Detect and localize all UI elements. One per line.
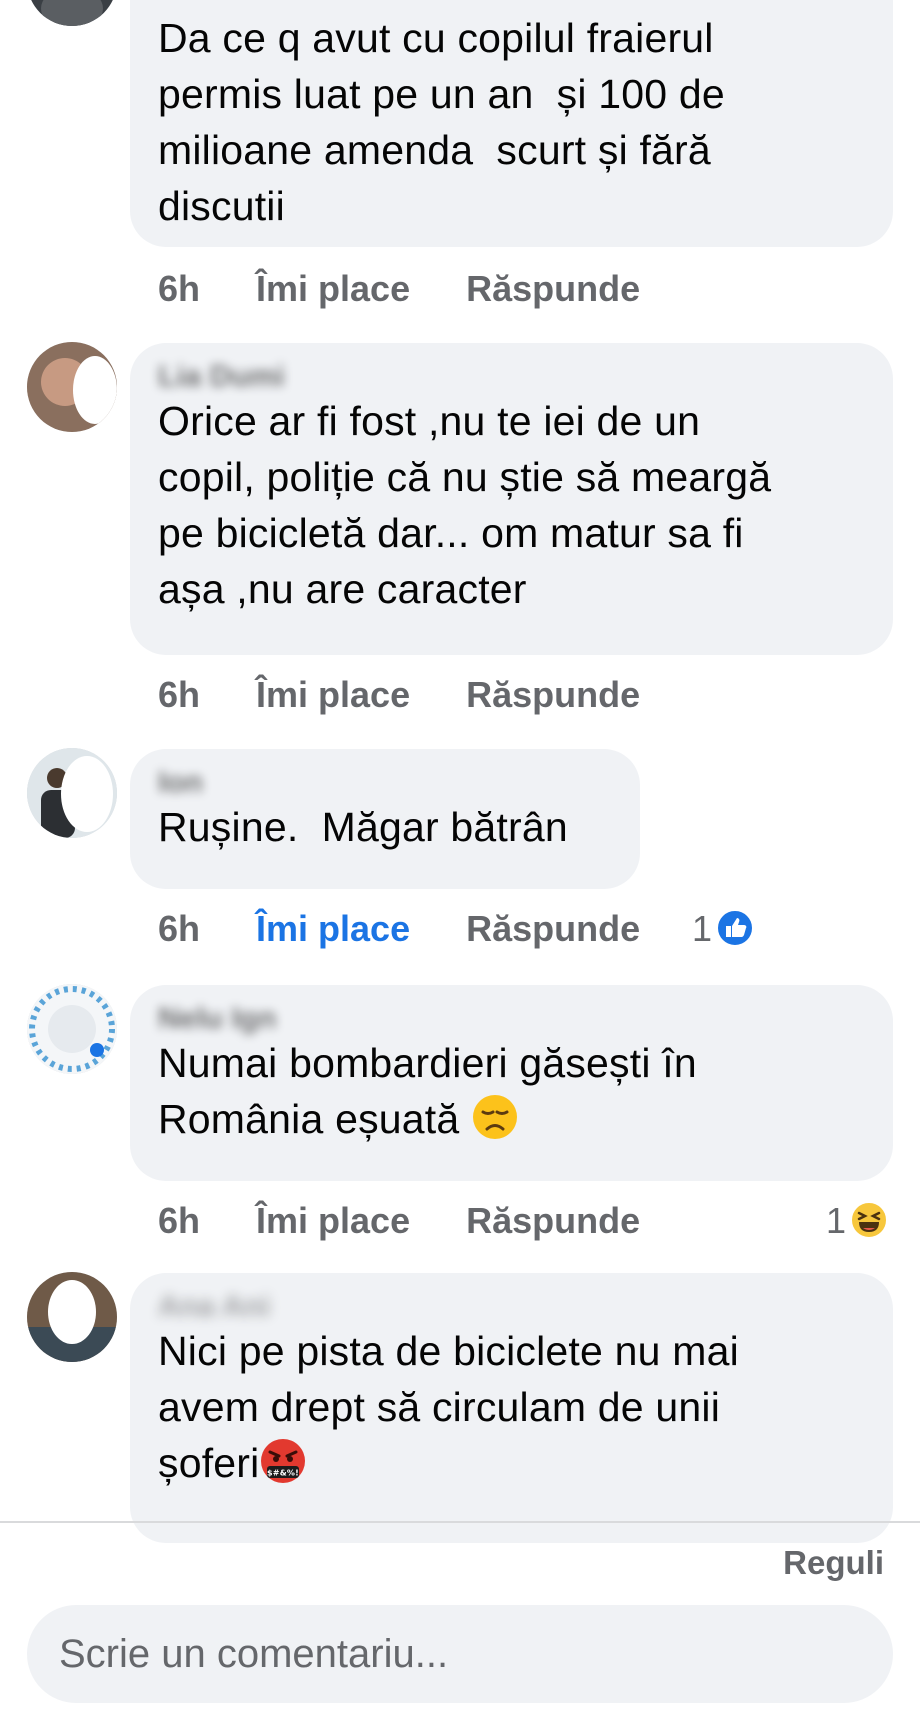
comment-author[interactable]: Lia Dumi (158, 357, 865, 393)
comment-bubble[interactable]: Ana Ani Nici pe pista de biciclete nu ma… (130, 1273, 893, 1543)
comment-bubble[interactable]: Lia Dumi Orice ar fi fost ,nu te iei de … (130, 343, 893, 655)
reply-button[interactable]: Răspunde (466, 904, 640, 954)
reply-button[interactable]: Răspunde (466, 264, 640, 314)
haha-reaction-icon (850, 1201, 889, 1239)
comment-input[interactable] (57, 1630, 863, 1678)
commenter-avatar[interactable] (27, 984, 117, 1074)
like-reaction-icon (716, 909, 755, 947)
reaction-summary[interactable]: 1 (692, 904, 755, 954)
comment-time[interactable]: 6h (158, 670, 246, 720)
comment-bubble[interactable]: Ion Rușine. Măgar bătrân (130, 749, 640, 889)
reaction-count: 1 (826, 1200, 847, 1241)
reply-button[interactable]: Răspunde (466, 670, 640, 720)
like-button[interactable]: Îmi place (256, 1196, 410, 1246)
like-button[interactable]: Îmi place (256, 670, 410, 720)
comment-actions: 6h Îmi place Răspunde (158, 264, 640, 314)
comment-bubble[interactable]: Nelu Ign Numai bombardieri găsești în Ro… (130, 985, 893, 1181)
avatar-photo-icon (27, 748, 117, 838)
comment-time[interactable]: 6h (158, 1196, 246, 1246)
comment-actions: 6h Îmi place Răspunde (158, 670, 640, 720)
comment-author[interactable]: Ana Ani (158, 1287, 865, 1323)
avatar-photo-icon (27, 1272, 117, 1362)
comment-text: Rușine. Măgar bătrân (158, 804, 568, 850)
avatar-photo-icon (27, 342, 117, 432)
footer-divider (0, 1521, 920, 1523)
svg-text:$#&%!: $#&%! (268, 1469, 300, 1478)
reaction-summary[interactable]: 1 (826, 1196, 889, 1246)
comment-bubble[interactable]: Da ce q avut cu copilul fraierul permis … (130, 0, 893, 247)
comment-text: Da ce q avut cu copilul fraierul permis … (158, 15, 725, 229)
comment-actions: 6h Îmi place Răspunde (158, 1196, 640, 1246)
avatar-photo-icon (27, 984, 117, 1074)
rules-link[interactable]: Reguli (783, 1544, 884, 1582)
avatar-photo-icon (27, 0, 117, 26)
disappointed-face-emoji (472, 1095, 517, 1139)
comment-time[interactable]: 6h (158, 264, 246, 314)
commenter-avatar[interactable] (27, 748, 117, 838)
comment-actions: 6h Îmi place Răspunde (158, 904, 640, 954)
comment-text: Numai bombardieri găsești în România eșu… (158, 1040, 697, 1142)
reaction-count: 1 (692, 908, 713, 949)
reply-button[interactable]: Răspunde (466, 1196, 640, 1246)
commenter-avatar[interactable] (27, 1272, 117, 1362)
comment-author[interactable]: Ion (158, 763, 612, 799)
like-button[interactable]: Îmi place (256, 264, 410, 314)
commenter-avatar[interactable] (27, 0, 117, 26)
cursing-face-emoji: $#&%! (261, 1439, 306, 1483)
comment-text: Nici pe pista de biciclete nu mai avem d… (158, 1328, 739, 1486)
comment-text: Orice ar fi fost ,nu te iei de un copil,… (158, 398, 772, 612)
comment-author[interactable]: Nelu Ign (158, 999, 865, 1035)
like-button[interactable]: Îmi place (256, 904, 410, 954)
commenter-avatar[interactable] (27, 342, 117, 432)
comment-time[interactable]: 6h (158, 904, 246, 954)
comment-composer[interactable] (27, 1605, 893, 1703)
